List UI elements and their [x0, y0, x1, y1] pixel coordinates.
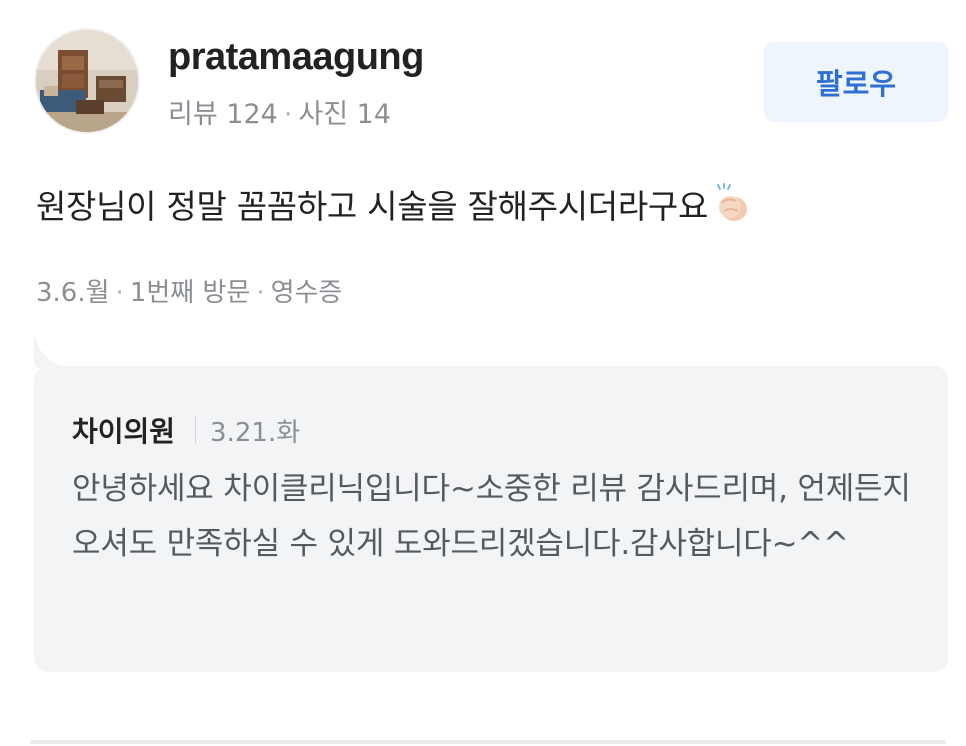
receipt-verification: 영수증: [270, 278, 343, 308]
reviewer-stats: 리뷰 124 · 사진 14: [168, 92, 391, 131]
reply-divider: [195, 416, 197, 444]
reply-body[interactable]: 안녕하세요 차이클리닉입니다~소중한 리뷰 감사드리며, 언제든지 오셔도 만족…: [72, 462, 922, 572]
separator-dot: ·: [256, 278, 265, 308]
visit-count: 1번째 방문: [129, 278, 251, 308]
reply-author: 차이의원: [72, 415, 176, 448]
avatar[interactable]: [36, 30, 138, 132]
reply-notch: [34, 332, 80, 368]
review-count: 리뷰 124: [168, 99, 278, 130]
card-divider: [30, 740, 946, 744]
visit-date: 3.6.월: [36, 278, 110, 308]
username[interactable]: pratamaagung: [168, 36, 424, 79]
separator-dot: ·: [283, 99, 293, 130]
visit-info: 3.6.월 · 1번째 방문 · 영수증: [36, 272, 342, 309]
review-card: pratamaagung 리뷰 124 · 사진 14 팔로우 원장님이 정말 꼼꼼…: [0, 0, 966, 746]
reply-date: 3.21.화: [210, 417, 301, 448]
owner-reply: 차이의원 3.21.화 안녕하세요 차이클리닉입니다~소중한 리뷰 감사드리며,…: [34, 366, 948, 672]
reply-header: 차이의원 3.21.화: [72, 410, 300, 450]
photo-count: 사진 14: [298, 99, 392, 130]
review-header: pratamaagung 리뷰 124 · 사진 14 팔로우: [36, 30, 948, 134]
room-photo-avatar-icon: [36, 30, 138, 132]
follow-button[interactable]: 팔로우: [764, 42, 948, 122]
separator-dot: ·: [115, 278, 124, 308]
review-text[interactable]: 원장님이 정말 꼼꼼하고 시술을 잘해주시더라구요: [36, 180, 754, 228]
clapping-hands-icon: [712, 183, 754, 225]
review-body: 원장님이 정말 꼼꼼하고 시술을 잘해주시더라구요: [36, 187, 709, 226]
